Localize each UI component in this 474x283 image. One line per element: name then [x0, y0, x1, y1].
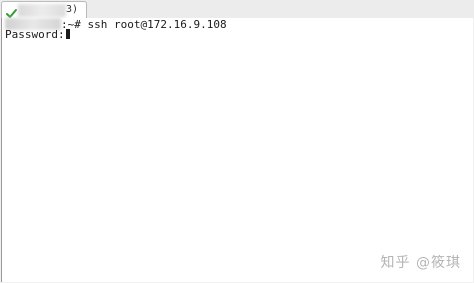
terminal-window: 3) :~# ssh root@172.16.9.108 Password: 知…	[0, 0, 474, 283]
tab-title-suffix: 3)	[66, 4, 79, 15]
command-text: :~# ssh root@172.16.9.108	[61, 18, 227, 31]
session-tab[interactable]: 3)	[1, 1, 87, 18]
password-prompt-line: Password:	[5, 28, 70, 41]
text-cursor	[65, 29, 70, 39]
terminal-output[interactable]: :~# ssh root@172.16.9.108 Password: 知乎 @…	[1, 18, 473, 282]
tab-title-blurred	[18, 4, 66, 17]
tab-bar: 3)	[0, 0, 474, 18]
password-prompt: Password:	[5, 28, 65, 41]
green-check-icon	[6, 5, 17, 18]
watermark: 知乎 @筱琪	[380, 255, 461, 271]
